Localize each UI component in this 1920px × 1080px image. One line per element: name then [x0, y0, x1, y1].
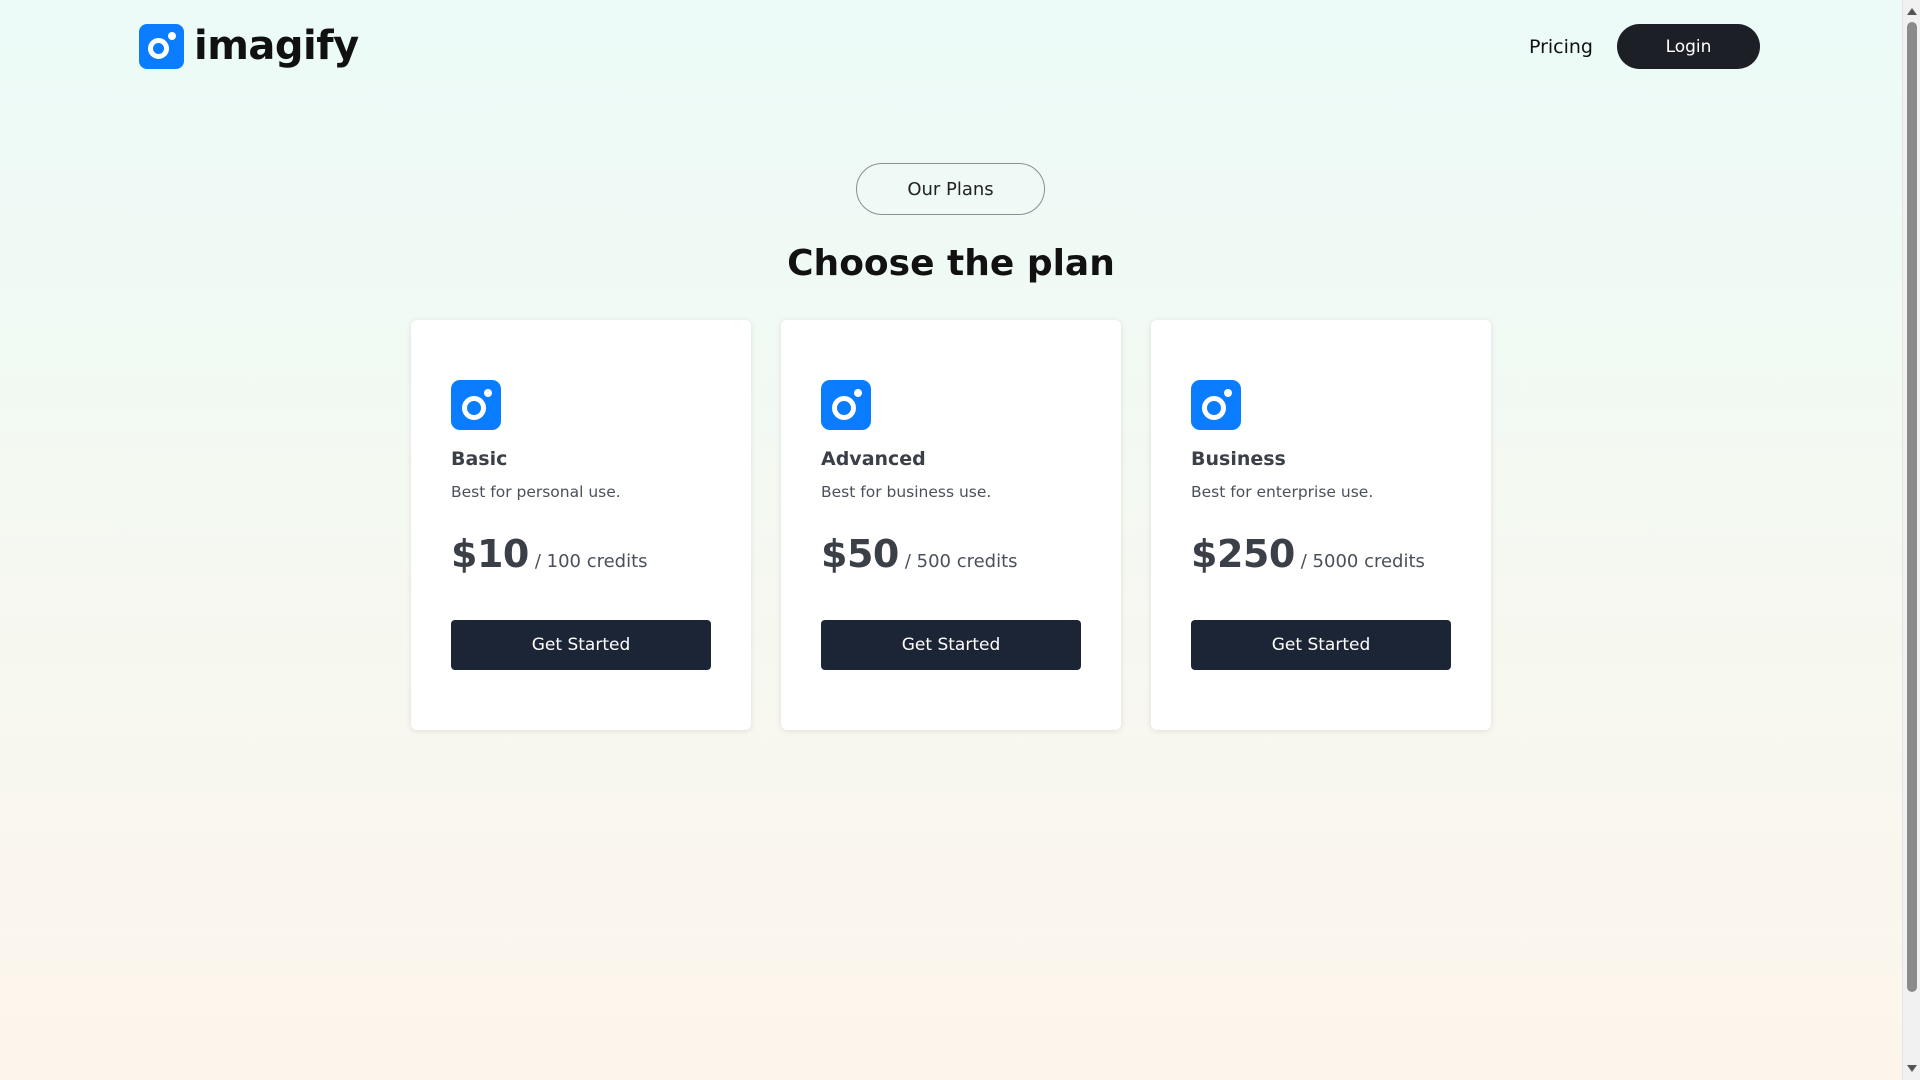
plan-card-business: Business Best for enterprise use. $250 /… [1151, 320, 1491, 730]
plan-description: Best for personal use. [451, 483, 621, 501]
plan-price-row: $10 / 100 credits [451, 532, 648, 576]
pricing-page: imagify Pricing Login Our Plans Choose t… [0, 0, 1902, 1080]
plan-cards: Basic Best for personal use. $10 / 100 c… [411, 320, 1491, 730]
scroll-up-arrow-icon[interactable] [1907, 8, 1917, 15]
plan-description: Best for business use. [821, 483, 992, 501]
plan-name: Business [1191, 448, 1286, 470]
plan-description: Best for enterprise use. [1191, 483, 1374, 501]
plan-price: $10 [451, 532, 529, 576]
our-plans-badge: Our Plans [856, 163, 1045, 215]
plan-name: Advanced [821, 448, 926, 470]
login-button[interactable]: Login [1617, 24, 1760, 69]
scrollbar-thumb[interactable] [1907, 22, 1917, 992]
plan-price: $250 [1191, 532, 1295, 576]
get-started-button[interactable]: Get Started [1191, 620, 1451, 670]
scroll-down-arrow-icon[interactable] [1907, 1065, 1917, 1072]
page-title: Choose the plan [787, 243, 1115, 284]
plan-credits: / 100 credits [534, 551, 648, 572]
imagify-logo-icon [1191, 380, 1241, 430]
plan-credits: / 5000 credits [1300, 551, 1425, 572]
plan-price-row: $250 / 5000 credits [1191, 532, 1425, 576]
nav-pricing-link[interactable]: Pricing [1529, 36, 1593, 58]
plan-price: $50 [821, 532, 899, 576]
get-started-button[interactable]: Get Started [451, 620, 711, 670]
plan-card-basic: Basic Best for personal use. $10 / 100 c… [411, 320, 751, 730]
plan-name: Basic [451, 448, 508, 470]
top-nav: Pricing Login [1529, 24, 1760, 69]
logo-text: imagify [194, 23, 359, 69]
vertical-scrollbar[interactable] [1902, 0, 1920, 1080]
imagify-logo-icon [821, 380, 871, 430]
plan-price-row: $50 / 500 credits [821, 532, 1018, 576]
imagify-logo-icon [451, 380, 501, 430]
imagify-logo-icon [139, 24, 184, 69]
plan-credits: / 500 credits [904, 551, 1018, 572]
logo[interactable]: imagify [139, 24, 359, 69]
plan-card-advanced: Advanced Best for business use. $50 / 50… [781, 320, 1121, 730]
get-started-button[interactable]: Get Started [821, 620, 1081, 670]
